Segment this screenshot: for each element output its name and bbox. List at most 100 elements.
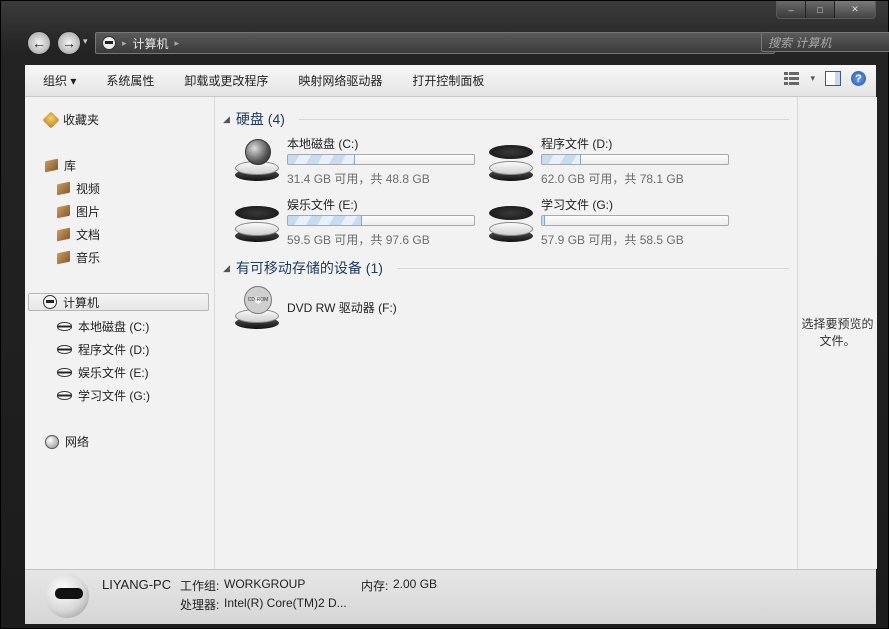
group-header-hard-disks[interactable]: ◢ 硬盘 (4) [223, 109, 789, 129]
command-bar: 组织 ▾ 系统属性 卸载或更改程序 映射网络驱动器 打开控制面板 ▾ ? [25, 65, 876, 97]
processor-value: Intel(R) Core(TM)2 D... [224, 596, 347, 610]
workgroup-value: WORKGROUP [224, 577, 306, 591]
forward-button[interactable]: → [57, 31, 81, 55]
address-arrow-icon[interactable]: ▸ [122, 38, 127, 49]
computer-name: LIYANG-PC [102, 577, 172, 592]
explorer-client-area: 收藏夹 库 视频 图片 文档 音乐 计算机 本地磁盘 (C:) 程序文件 (D:… [25, 97, 877, 569]
drive-tile-dvd[interactable]: CD-ROM DVD RW 驱动器 (F:) [235, 283, 485, 337]
group-title: 有可移动存储的设备 (1) [235, 260, 383, 276]
drive-tile-e[interactable]: 娱乐文件 (E:) 59.5 GB 可用，共 97.6 GB [235, 196, 485, 250]
pictures-library-icon [57, 204, 70, 219]
dvd-drive-icon: CD-ROM [235, 286, 279, 331]
preview-pane: 选择要预览的文件。 [797, 97, 877, 569]
processor-label: 处理器: [180, 598, 220, 612]
address-bar[interactable]: ▸ 计算机 ▸ [95, 32, 775, 54]
navigation-pane: 收藏夹 库 视频 图片 文档 音乐 计算机 本地磁盘 (C:) 程序文件 (D:… [25, 97, 215, 569]
preview-placeholder-text: 选择要预览的文件。 [801, 317, 874, 348]
group-header-removable[interactable]: ◢ 有可移动存储的设备 (1) [223, 258, 789, 278]
drive-name: 程序文件 (D:) [541, 137, 613, 151]
navigation-bar: ← → ▾ ▸ 计算机 ▸ 搜索 计算机 [27, 30, 889, 57]
drive-icon [57, 391, 72, 400]
sidebar-item-label: 本地磁盘 (C:) [78, 320, 150, 334]
drive-name: 本地磁盘 (C:) [287, 137, 359, 151]
back-arrow-icon: ← [32, 35, 46, 51]
drive-free-space: 59.5 GB 可用，共 97.6 GB [287, 233, 430, 247]
system-properties-button[interactable]: 系统属性 [91, 72, 169, 89]
uninstall-program-button[interactable]: 卸载或更改程序 [169, 72, 283, 89]
sidebar-item-label: 音乐 [76, 251, 101, 265]
drive-name: 娱乐文件 (E:) [287, 198, 358, 212]
drive-tile-c[interactable]: 本地磁盘 (C:) 31.4 GB 可用，共 48.8 GB [235, 135, 485, 189]
music-library-icon [57, 250, 70, 265]
hard-drive-icon [489, 202, 533, 244]
drive-name: DVD RW 驱动器 (F:) [287, 301, 397, 315]
library-icon [45, 158, 58, 173]
sidebar-item-drive-d[interactable]: 程序文件 (D:) [57, 341, 149, 358]
network-icon [45, 434, 59, 449]
sidebar-item-music[interactable]: 音乐 [57, 249, 100, 266]
drive-usage-bar [287, 154, 475, 165]
sidebar-item-computer[interactable]: 计算机 [28, 293, 209, 311]
videos-library-icon [57, 181, 70, 196]
preview-pane-icon[interactable] [825, 71, 841, 86]
drive-icon [57, 322, 72, 331]
organize-menu[interactable]: 组织 ▾ [25, 72, 91, 89]
minimize-button[interactable]: – [777, 1, 806, 18]
drive-tile-d[interactable]: 程序文件 (D:) 62.0 GB 可用，共 78.1 GB [489, 135, 739, 189]
drive-tile-g[interactable]: 学习文件 (G:) 57.9 GB 可用，共 58.5 GB [489, 196, 739, 250]
drive-usage-bar [541, 154, 729, 165]
computer-icon [43, 295, 57, 309]
sidebar-item-label: 娱乐文件 (E:) [78, 366, 149, 380]
maximize-button[interactable]: □ [806, 1, 835, 18]
collapse-triangle-icon[interactable]: ◢ [223, 263, 230, 274]
sidebar-item-favorites[interactable]: 收藏夹 [42, 111, 100, 128]
drive-name: 学习文件 (G:) [541, 198, 613, 212]
view-options-chevron-icon[interactable]: ▾ [810, 73, 815, 84]
workgroup-label: 工作组: [180, 579, 220, 593]
sidebar-item-network[interactable]: 网络 [45, 433, 89, 450]
details-pane: LIYANG-PC 工作组: WORKGROUP 内存: 2.00 GB 处理器… [25, 569, 876, 624]
collapse-triangle-icon[interactable]: ◢ [223, 114, 230, 125]
favorites-star-icon [42, 111, 60, 128]
explorer-window: – □ ✕ ← → ▾ ▸ 计算机 ▸ 搜索 计算机 组织 ▾ 系统属性 卸载或… [0, 0, 889, 629]
sidebar-item-drive-e[interactable]: 娱乐文件 (E:) [57, 364, 149, 381]
sidebar-item-label: 文档 [76, 228, 101, 242]
recent-pages-chevron-icon[interactable]: ▾ [83, 36, 88, 47]
change-view-icon[interactable] [784, 71, 800, 86]
back-button[interactable]: ← [27, 31, 51, 55]
sidebar-item-pictures[interactable]: 图片 [57, 203, 100, 220]
hard-drive-icon [489, 141, 533, 183]
address-location[interactable]: 计算机 [133, 35, 169, 52]
drive-free-space: 31.4 GB 可用，共 48.8 GB [287, 172, 430, 186]
memory-value: 2.00 GB [393, 577, 438, 591]
sidebar-item-label: 图片 [76, 205, 101, 219]
sidebar-item-drive-g[interactable]: 学习文件 (G:) [57, 387, 150, 404]
address-arrow-icon[interactable]: ▸ [175, 38, 180, 49]
system-drive-icon [235, 139, 279, 183]
computer-helmet-icon [45, 574, 89, 618]
cd-rom-label: CD-ROM [244, 286, 272, 314]
sidebar-item-documents[interactable]: 文档 [57, 226, 100, 243]
drive-free-space: 57.9 GB 可用，共 58.5 GB [541, 233, 684, 247]
sidebar-item-libraries[interactable]: 库 [45, 157, 76, 174]
sidebar-item-label: 网络 [65, 435, 90, 449]
map-network-drive-button[interactable]: 映射网络驱动器 [283, 72, 397, 89]
computer-icon [102, 36, 116, 50]
search-input[interactable]: 搜索 计算机 [761, 32, 889, 52]
documents-library-icon [57, 227, 70, 242]
hard-drive-icon [235, 202, 279, 244]
open-control-panel-button[interactable]: 打开控制面板 [397, 72, 499, 89]
drive-icon [57, 368, 72, 377]
sidebar-item-label: 学习文件 (G:) [78, 389, 150, 403]
forward-arrow-icon: → [62, 35, 76, 51]
sidebar-item-drive-c[interactable]: 本地磁盘 (C:) [57, 318, 149, 335]
sidebar-item-label: 库 [64, 159, 77, 173]
drive-icon [57, 345, 72, 354]
content-pane: ◢ 硬盘 (4) 本地磁盘 (C:) 31.4 GB 可用，共 48.8 GB 程… [215, 97, 797, 569]
help-icon[interactable]: ? [851, 71, 866, 86]
sidebar-item-label: 收藏夹 [63, 113, 100, 127]
group-title: 硬盘 (4) [235, 111, 285, 127]
sidebar-item-videos[interactable]: 视频 [57, 180, 100, 197]
memory-label: 内存: [361, 579, 389, 593]
close-button[interactable]: ✕ [835, 1, 875, 18]
